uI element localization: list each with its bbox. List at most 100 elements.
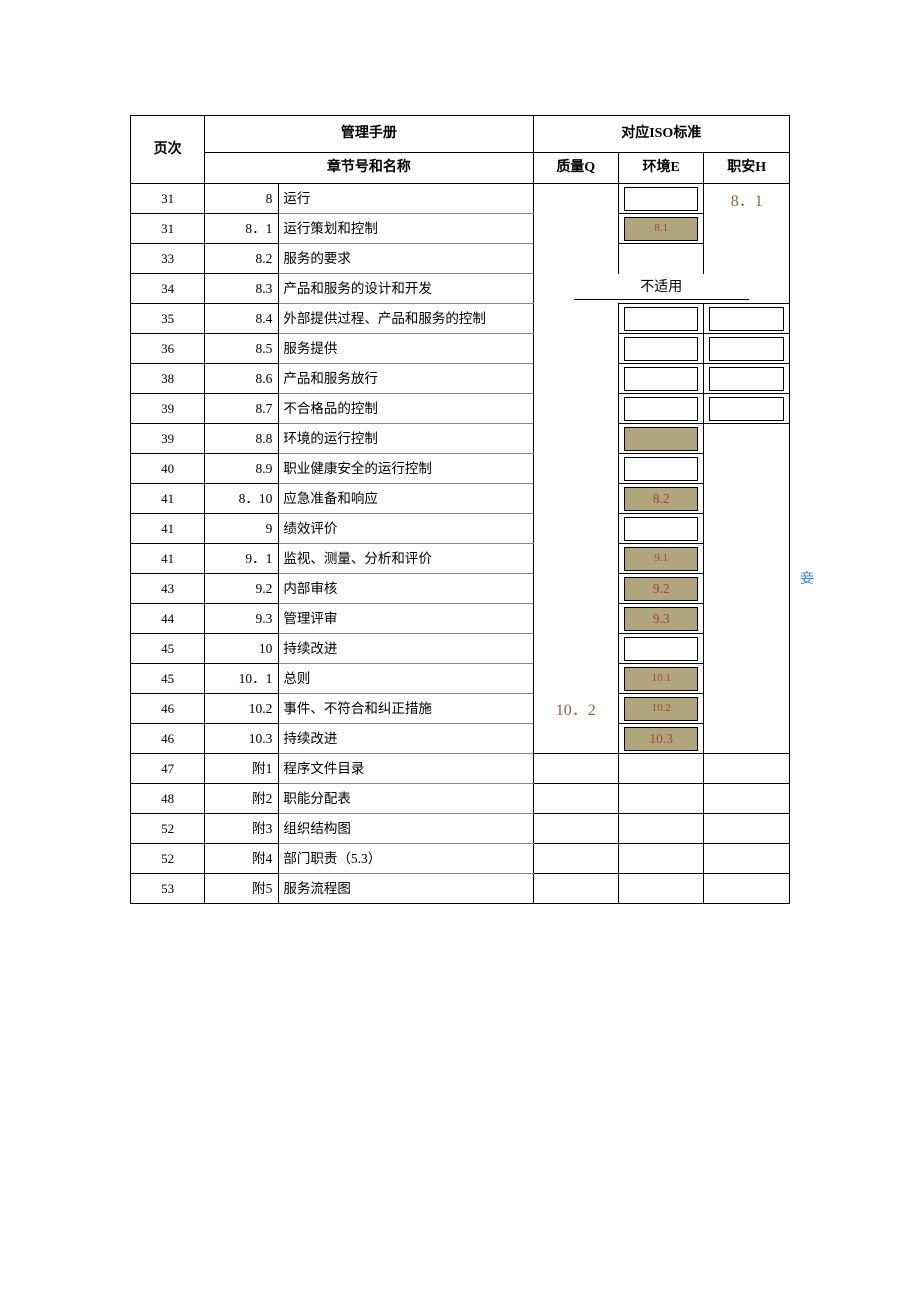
- page-number: 41: [131, 544, 205, 574]
- e-cell: 10.2: [618, 694, 703, 724]
- q-cell: [533, 844, 618, 874]
- header-chapter: 章节号和名称: [205, 153, 533, 184]
- chapter-name: 绩效评价: [279, 514, 533, 544]
- chapter-name: 管理评审: [279, 604, 533, 634]
- page-number: 46: [131, 724, 205, 754]
- chapter-number: 8.3: [205, 274, 279, 304]
- table-row: 52 附3 组织结构图: [131, 814, 790, 844]
- chapter-number: 8.9: [205, 454, 279, 484]
- e-cell: [618, 754, 703, 784]
- h-cell: [704, 754, 790, 784]
- q-cell: [533, 304, 618, 424]
- chapter-number: 10.3: [205, 724, 279, 754]
- q-cell: [533, 874, 618, 904]
- e-cell: [618, 454, 703, 484]
- page-number: 34: [131, 274, 205, 304]
- e-cell: 9.1: [618, 544, 703, 574]
- chapter-name: 职业健康安全的运行控制: [279, 454, 533, 484]
- q-cell: [533, 754, 618, 784]
- chapter-number: 8．1: [205, 214, 279, 244]
- chapter-name: 事件、不符合和纠正措施: [279, 694, 533, 724]
- chapter-number: 8.6: [205, 364, 279, 394]
- q-cell: [533, 784, 618, 814]
- page-number: 45: [131, 664, 205, 694]
- chapter-name: 持续改进: [279, 724, 533, 754]
- chapter-number: 9.3: [205, 604, 279, 634]
- chapter-name: 总则: [279, 664, 533, 694]
- q-cell: 10．2: [533, 514, 618, 754]
- chapter-number: 8.8: [205, 424, 279, 454]
- table-row: 35 8.4 外部提供过程、产品和服务的控制: [131, 304, 790, 334]
- chapter-name: 内部审核: [279, 574, 533, 604]
- page-number: 44: [131, 604, 205, 634]
- chapter-number: 附1: [205, 754, 279, 784]
- chapter-name: 监视、测量、分析和评价: [279, 544, 533, 574]
- page-number: 47: [131, 754, 205, 784]
- e-cell: [618, 364, 703, 394]
- e-cell: [618, 424, 703, 454]
- table-row: 41 9．1 监视、测量、分析和评价 9.1: [131, 544, 790, 574]
- header-page: 页次: [131, 116, 205, 184]
- page-number: 39: [131, 394, 205, 424]
- page-number: 52: [131, 844, 205, 874]
- table-row: 53 附5 服务流程图: [131, 874, 790, 904]
- table-row: 39 8.8 环境的运行控制: [131, 424, 790, 454]
- h-cell: [704, 784, 790, 814]
- chapter-number: 9.2: [205, 574, 279, 604]
- q-value: 10．2: [556, 703, 596, 719]
- chapter-name: 服务的要求: [279, 244, 533, 274]
- page-number: 36: [131, 334, 205, 364]
- chapter-name: 不合格品的控制: [279, 394, 533, 424]
- chapter-number: 8.4: [205, 304, 279, 334]
- page-number: 48: [131, 784, 205, 814]
- chapter-name: 外部提供过程、产品和服务的控制: [279, 304, 533, 334]
- e-cell: 10.3: [618, 724, 703, 754]
- e-cell: [618, 334, 703, 364]
- h-cell: [704, 364, 790, 394]
- toc-table: 页次 管理手册 对应ISO标准 章节号和名称 质量Q 环境E 职安H 31 8 …: [130, 115, 790, 904]
- e-cell: [618, 844, 703, 874]
- chapter-name: 产品和服务放行: [279, 364, 533, 394]
- table-row: 39 8.7 不合格品的控制: [131, 394, 790, 424]
- chapter-number: 8．10: [205, 484, 279, 514]
- table-row: 45 10．1 总则 10.1: [131, 664, 790, 694]
- chapter-name: 环境的运行控制: [279, 424, 533, 454]
- e-cell: [618, 634, 703, 664]
- header-h: 职安H: [704, 153, 790, 184]
- table-row: 31 8．1 运行策划和控制 8.1: [131, 214, 790, 244]
- chapter-name: 应急准备和响应: [279, 484, 533, 514]
- page-number: 40: [131, 454, 205, 484]
- table-row: 43 9.2 内部审核 9.2: [131, 574, 790, 604]
- table-row: 48 附2 职能分配表: [131, 784, 790, 814]
- e-cell: [618, 514, 703, 544]
- e-cell: [618, 874, 703, 904]
- q-cell: [533, 814, 618, 844]
- e-cell: 8.1: [618, 214, 703, 244]
- table-row: 34 8.3 产品和服务的设计和开发 不适用: [131, 274, 790, 304]
- h-cell: [704, 844, 790, 874]
- table-row: 33 8.2 服务的要求: [131, 244, 790, 274]
- e-cell: [618, 814, 703, 844]
- page-number: 41: [131, 484, 205, 514]
- e-cell: [618, 244, 703, 274]
- h-cell: [704, 814, 790, 844]
- h-cell: 8．1: [704, 184, 790, 274]
- chapter-name: 部门职责（5.3）: [279, 844, 533, 874]
- page-number: 46: [131, 694, 205, 724]
- chapter-name: 组织结构图: [279, 814, 533, 844]
- e-cell: [618, 304, 703, 334]
- q-cell: [533, 424, 618, 514]
- e-cell: 10.1: [618, 664, 703, 694]
- page-number: 41: [131, 514, 205, 544]
- table-row: 45 10 持续改进: [131, 634, 790, 664]
- table-row: 36 8.5 服务提供: [131, 334, 790, 364]
- header-iso: 对应ISO标准: [533, 116, 789, 153]
- chapter-name: 服务流程图: [279, 874, 533, 904]
- chapter-name: 产品和服务的设计和开发: [279, 274, 533, 304]
- e-cell: [618, 784, 703, 814]
- table-row: 46 10.3 持续改进 10.3: [131, 724, 790, 754]
- chapter-number: 附2: [205, 784, 279, 814]
- chapter-number: 8.7: [205, 394, 279, 424]
- table-row: 46 10.2 事件、不符合和纠正措施 10.2: [131, 694, 790, 724]
- e-cell: 9.3: [618, 604, 703, 634]
